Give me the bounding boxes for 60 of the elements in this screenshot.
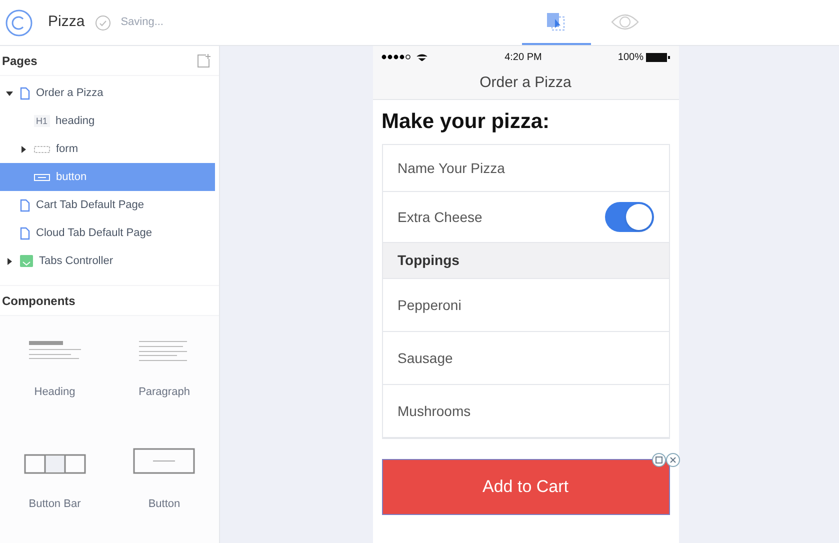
toggle-switch[interactable] (604, 202, 654, 232)
tree-item-label: button (56, 170, 87, 185)
component-tile[interactable]: Heading (0, 336, 110, 432)
saving-status: Saving... (120, 15, 164, 30)
tree-item[interactable]: Cart Tab Default Page (0, 191, 215, 219)
tree-item-label: heading (56, 114, 95, 129)
component-label: Paragraph (138, 385, 190, 400)
component-tile[interactable]: Button Bar (0, 448, 110, 543)
button-component-icon (133, 448, 196, 474)
add-page-icon[interactable] (197, 54, 211, 68)
components-title: Components (2, 292, 76, 310)
eye-icon (611, 12, 639, 30)
tree-item[interactable]: Cloud Tab Default Page (0, 219, 215, 247)
component-label: Button (148, 496, 180, 512)
tree-item[interactable]: Tabs Controller (0, 247, 215, 275)
tree-item[interactable]: Order a Pizza (0, 79, 215, 107)
caret-down-icon[interactable] (6, 90, 13, 96)
tree-item-label: Tabs Controller (39, 254, 113, 269)
page-icon (20, 198, 30, 212)
paragraph-component-icon (139, 340, 190, 362)
heading-badge: H1 (34, 115, 50, 127)
battery-icon (646, 52, 670, 62)
status-time: 4:20 PM (504, 50, 542, 64)
battery-percent: 100% (618, 50, 644, 64)
duplicate-icon[interactable] (652, 453, 666, 467)
nav-title: Order a Pizza (478, 73, 572, 94)
component-tile[interactable]: Paragraph (110, 336, 219, 432)
name-input-field[interactable]: Name Your Pizza (398, 158, 654, 178)
signal-wifi-icon (380, 53, 428, 61)
list-item[interactable]: Mushrooms (382, 385, 668, 438)
page-heading: Make your pizza: (382, 109, 551, 135)
tree-item-label: Order a Pizza (36, 86, 104, 101)
heading-component-icon (26, 340, 83, 362)
page-icon (20, 226, 30, 240)
button-icon (34, 174, 50, 180)
project-title: Pizza (48, 12, 85, 32)
select-cursor-icon (546, 12, 566, 32)
caret-right-icon[interactable] (6, 258, 13, 264)
tree-item[interactable]: form (0, 135, 215, 163)
add-to-cart-button[interactable]: Add to Cart (382, 459, 670, 515)
component-tile[interactable]: Button (110, 448, 219, 543)
section-header: Toppings (382, 243, 668, 279)
tree-item-label: Cart Tab Default Page (36, 198, 144, 213)
tree-item[interactable]: H1 heading (0, 107, 215, 135)
caret-right-icon[interactable] (20, 146, 27, 152)
logo-icon[interactable] (5, 8, 33, 36)
page-icon (20, 86, 30, 100)
list-item[interactable]: Sausage (382, 332, 668, 385)
switch-label: Extra Cheese (398, 208, 482, 226)
check-circle-icon (94, 14, 111, 30)
tabs-controller-icon (20, 255, 33, 267)
tree-item-label: Cloud Tab Default Page (36, 226, 152, 241)
list-item[interactable]: Pepperoni (382, 279, 668, 332)
pages-title: Pages (2, 52, 38, 70)
button-bar-component-icon (24, 454, 86, 474)
close-icon[interactable] (666, 453, 680, 467)
form-icon (34, 146, 50, 152)
tree-item-label: form (56, 142, 78, 157)
component-label: Button Bar (28, 496, 81, 512)
component-label: Heading (34, 385, 76, 400)
